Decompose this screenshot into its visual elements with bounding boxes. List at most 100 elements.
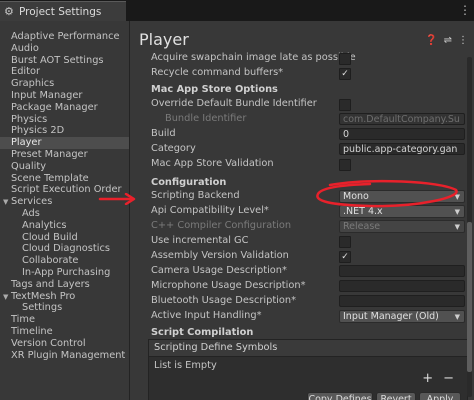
api-compat-label: Api Compatibility Level*	[151, 205, 269, 216]
revert-button[interactable]: Revert	[376, 392, 416, 400]
bluetooth-usage-field[interactable]	[339, 295, 465, 307]
sidebar-item-ads[interactable]: Ads	[0, 208, 129, 220]
sidebar-item-label: Scene Template	[11, 172, 89, 184]
sidebar-item-time[interactable]: Time	[0, 314, 129, 326]
copy-defines-button[interactable]: Copy Defines	[307, 392, 373, 400]
sidebar-item-xr-plugin-management[interactable]: XR Plugin Management	[0, 350, 129, 362]
sidebar-item-physics-2d[interactable]: Physics 2D	[0, 125, 129, 137]
override-bundle-checkbox[interactable]	[339, 99, 351, 111]
sidebar-item-collaborate[interactable]: Collaborate	[0, 255, 129, 267]
sidebar-item-cloud-build[interactable]: Cloud Build	[0, 232, 129, 244]
sidebar-item-player[interactable]: Player	[0, 137, 129, 149]
sidebar-item-input-manager[interactable]: Input Manager	[0, 90, 129, 102]
microphone-usage-field[interactable]	[339, 280, 465, 292]
sidebar-item-settings[interactable]: Settings	[0, 302, 129, 314]
sidebar-item-physics[interactable]: Physics	[0, 114, 129, 126]
active-input-value: Input Manager (Old)	[343, 311, 439, 322]
mac-app-store-section-header: Mac App Store Options	[151, 84, 278, 95]
sidebar-item-label: Tags and Layers	[11, 278, 90, 290]
sidebar-item-label: Package Manager	[11, 101, 98, 113]
list-controls: + −	[422, 371, 454, 386]
sidebar-item-label: Cloud Diagnostics	[22, 243, 110, 255]
sidebar-item-preset-manager[interactable]: Preset Manager	[0, 149, 129, 161]
acquire-swapchain-label: Acquire swapchain image late as possible	[151, 52, 356, 63]
scrollbar-thumb[interactable]	[467, 222, 472, 372]
sidebar-item-label: Analytics	[22, 219, 67, 231]
sidebar-item-graphics[interactable]: Graphics	[0, 78, 129, 90]
sidebar-item-cloud-diagnostics[interactable]: Cloud Diagnostics	[0, 243, 129, 255]
sidebar-item-label: Time	[11, 314, 35, 326]
tab-bar: ⚙ Project Settings ⋮	[0, 0, 474, 21]
assembly-validation-label: Assembly Version Validation	[151, 250, 289, 261]
sidebar-item-label: Ads	[22, 207, 40, 219]
sidebar-item-textmesh-pro[interactable]: ▼ TextMesh Pro	[0, 291, 129, 303]
sidebar-item-label: Adaptive Performance	[11, 31, 120, 42]
sidebar-item-label: Editor	[11, 66, 40, 78]
sidebar-item-adaptive-performance[interactable]: Adaptive Performance	[0, 31, 129, 43]
sidebar-item-label: Audio	[11, 42, 39, 54]
sidebar-item-burst-aot-settings[interactable]: Burst AOT Settings	[0, 55, 129, 67]
build-field[interactable]: 0	[339, 128, 465, 140]
assembly-validation-checkbox[interactable]: ✓	[339, 251, 351, 263]
add-icon[interactable]: +	[422, 371, 433, 386]
incremental-gc-checkbox[interactable]	[339, 236, 351, 248]
microphone-usage-label: Microphone Usage Description*	[151, 280, 306, 291]
define-symbols-list: Scripting Define Symbols List is Empty	[148, 339, 468, 400]
remove-icon[interactable]: −	[443, 371, 454, 386]
sidebar-item-in-app-purchasing[interactable]: In-App Purchasing	[0, 267, 129, 279]
sidebar-item-audio[interactable]: Audio	[0, 43, 129, 55]
sidebar-item-scene-template[interactable]: Scene Template	[0, 173, 129, 185]
mac-validation-checkbox[interactable]	[339, 159, 351, 171]
sidebar-item-label: Input Manager	[11, 89, 83, 101]
sidebar-item-label: Quality	[11, 160, 47, 172]
kebab-menu-icon[interactable]: ⋮	[459, 3, 471, 17]
sidebar-item-label: Timeline	[11, 325, 53, 337]
sidebar-item-label: Player	[11, 137, 42, 149]
sidebar-item-quality[interactable]: Quality	[0, 161, 129, 173]
mac-validation-label: Mac App Store Validation	[151, 158, 274, 169]
override-bundle-label: Override Default Bundle Identifier	[151, 98, 317, 109]
camera-usage-field[interactable]	[339, 265, 465, 277]
configuration-section-header: Configuration	[151, 177, 227, 188]
category-field[interactable]: public.app-category.gan	[339, 143, 465, 155]
bluetooth-usage-label: Bluetooth Usage Description*	[151, 295, 297, 306]
apply-button[interactable]: Apply	[419, 392, 461, 400]
bundle-identifier-field: com.DefaultCompany.Su	[339, 113, 465, 125]
preset-icon[interactable]: ⇌	[444, 35, 452, 46]
help-icon[interactable]: ❓	[425, 35, 437, 46]
define-symbols-empty-text: List is Empty	[154, 360, 217, 371]
tab-label: Project Settings	[19, 5, 102, 18]
recycle-buffers-checkbox[interactable]: ✓	[339, 68, 351, 80]
sidebar-item-timeline[interactable]: Timeline	[0, 326, 129, 338]
sidebar-item-label: Collaborate	[22, 255, 79, 267]
sidebar-item-package-manager[interactable]: Package Manager	[0, 102, 129, 114]
vertical-scrollbar[interactable]	[467, 57, 472, 397]
sidebar-item-analytics[interactable]: Analytics	[0, 220, 129, 232]
cpp-compiler-value: Release	[343, 221, 381, 232]
camera-usage-label: Camera Usage Description*	[151, 265, 287, 276]
sidebar-item-label: Physics 2D	[11, 125, 65, 137]
cpp-compiler-label: C++ Compiler Configuration	[151, 220, 292, 231]
sidebar-item-label: In-App Purchasing	[22, 266, 111, 278]
active-input-dropdown[interactable]: Input Manager (Old) ▼	[339, 310, 465, 323]
expand-arrow-icon[interactable]: ▼	[3, 197, 11, 209]
sidebar-item-label: Version Control	[11, 337, 86, 349]
sidebar-item-version-control[interactable]: Version Control	[0, 338, 129, 350]
header-icons: ❓ ⇌ ⋮	[425, 35, 468, 46]
sidebar-item-tags-and-layers[interactable]: Tags and Layers	[0, 279, 129, 291]
player-settings-panel: Player ❓ ⇌ ⋮ Acquire swapchain image lat…	[131, 21, 474, 400]
sidebar-item-editor[interactable]: Editor	[0, 66, 129, 78]
chevron-down-icon: ▼	[454, 223, 460, 231]
sidebar-item-label: Burst AOT Settings	[11, 54, 104, 66]
red-arrow-annotation	[98, 193, 136, 205]
script-compilation-section-header: Script Compilation	[151, 327, 254, 338]
more-icon[interactable]: ⋮	[458, 35, 468, 46]
sidebar-item-label: Settings	[22, 302, 63, 314]
define-symbols-header: Scripting Define Symbols	[149, 340, 467, 357]
chevron-down-icon: ▼	[454, 313, 460, 321]
acquire-swapchain-checkbox[interactable]	[339, 53, 351, 65]
settings-sidebar: Adaptive Performance Audio Burst AOT Setti…	[0, 21, 130, 400]
expand-arrow-icon[interactable]: ▼	[3, 292, 11, 304]
tab-project-settings[interactable]: ⚙ Project Settings	[0, 1, 126, 21]
sidebar-item-label: Preset Manager	[11, 148, 88, 160]
